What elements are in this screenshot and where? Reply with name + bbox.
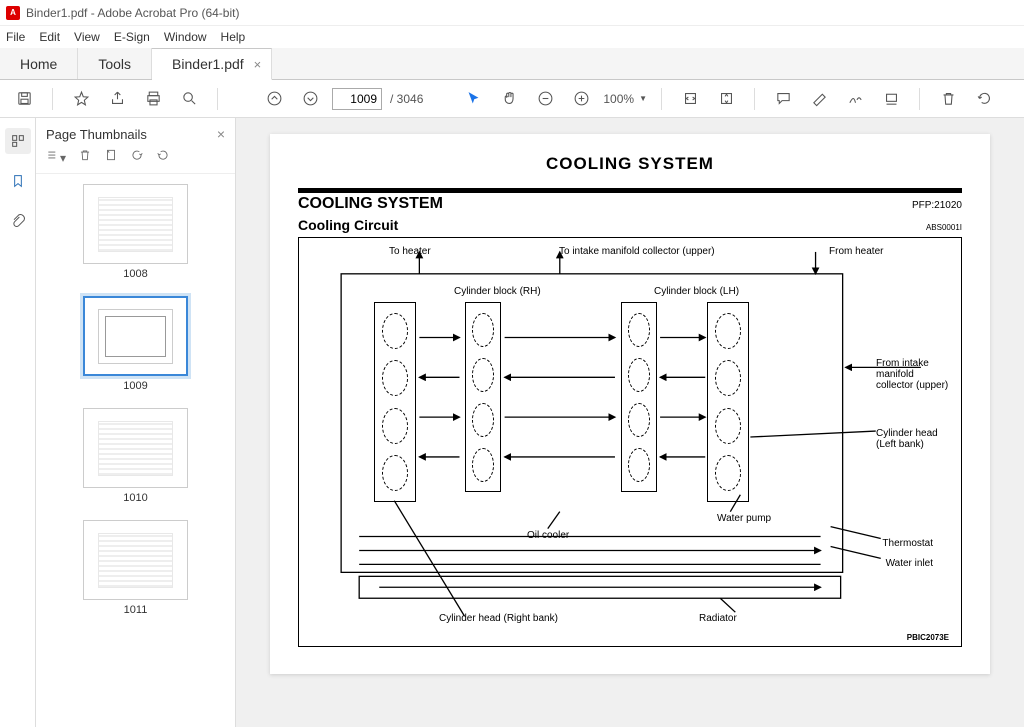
page-up-icon[interactable] [260,85,288,113]
close-panel-icon[interactable]: × [217,126,225,142]
menu-window[interactable]: Window [164,30,207,44]
left-rail [0,118,36,727]
sign-icon[interactable] [841,85,869,113]
menu-help[interactable]: Help [221,30,246,44]
tab-home[interactable]: Home [0,48,78,79]
star-icon[interactable] [67,85,95,113]
hand-tool-icon[interactable] [495,85,523,113]
rail-bookmark-icon[interactable] [5,168,31,194]
thumbnails-list[interactable]: 1008 1009 1010 1011 [36,174,235,727]
fit-width-icon[interactable] [676,85,704,113]
rail-thumbnails-icon[interactable] [5,128,31,154]
thumb-1010[interactable]: 1010 [83,408,188,504]
menu-view[interactable]: View [74,30,100,44]
thumb-options-icon[interactable]: ▾ [46,148,66,165]
thumb-1011[interactable]: 1011 [83,520,188,616]
fit-page-icon[interactable] [712,85,740,113]
app-icon [6,6,20,20]
main-area: Page Thumbnails × ▾ 1008 1009 1010 [0,118,1024,727]
subsection-ref: ABS0001I [926,223,962,232]
share-icon[interactable] [103,85,131,113]
menu-file[interactable]: File [6,30,25,44]
stamp-icon[interactable] [877,85,905,113]
page-down-icon[interactable] [296,85,324,113]
title-rule [298,188,962,193]
menu-edit[interactable]: Edit [39,30,60,44]
section-title: COOLING SYSTEM [298,195,443,213]
separator [217,88,218,110]
separator [754,88,755,110]
tab-document-label: Binder1.pdf [172,56,244,72]
highlight-icon[interactable] [805,85,833,113]
document-viewport[interactable]: COOLING SYSTEM COOLING SYSTEM PFP:21020 … [236,118,1024,727]
thumb-rotate-ccw-icon[interactable] [130,148,144,165]
close-tab-icon[interactable]: × [254,57,262,72]
thumb-1009[interactable]: 1009 [83,296,188,392]
delete-icon[interactable] [934,85,962,113]
thumb-delete-icon[interactable] [78,148,92,165]
page-count: / 3046 [390,92,423,106]
flow-overlay [299,238,961,646]
separator [52,88,53,110]
thumb-1008[interactable]: 1008 [83,184,188,280]
thumb-newpage-icon[interactable] [104,148,118,165]
tab-tools[interactable]: Tools [78,48,152,79]
menu-esign[interactable]: E-Sign [114,30,150,44]
rail-attachments-icon[interactable] [5,208,31,234]
select-tool-icon[interactable] [459,85,487,113]
zoom-display[interactable]: 100%▼ [603,92,647,106]
zoom-out-icon[interactable] [531,85,559,113]
print-icon[interactable] [139,85,167,113]
section-ref: PFP:21020 [912,200,962,211]
thumbnails-title: Page Thumbnails [46,127,147,142]
thumbnails-tools: ▾ [36,148,235,174]
thumbnails-panel: Page Thumbnails × ▾ 1008 1009 1010 [36,118,236,727]
thumb-rotate-cw-icon[interactable] [156,148,170,165]
page-title: COOLING SYSTEM [298,154,962,174]
tabbar: Home Tools Binder1.pdf × [0,48,1024,80]
separator [919,88,920,110]
zoom-in-icon[interactable] [567,85,595,113]
title-text: Binder1.pdf - Adobe Acrobat Pro (64-bit) [26,6,239,20]
save-icon[interactable] [10,85,38,113]
rotate-icon[interactable] [970,85,998,113]
toolbar: / 3046 100%▼ [0,80,1024,118]
search-icon[interactable] [175,85,203,113]
page-number-input[interactable] [332,88,382,110]
thumbnails-header: Page Thumbnails × [36,118,235,148]
pdf-page: COOLING SYSTEM COOLING SYSTEM PFP:21020 … [270,134,990,674]
subsection-title: Cooling Circuit [298,217,398,233]
comment-icon[interactable] [769,85,797,113]
cooling-diagram: To heater To intake manifold collector (… [298,237,962,647]
separator [661,88,662,110]
titlebar: Binder1.pdf - Adobe Acrobat Pro (64-bit) [0,0,1024,26]
menubar: File Edit View E-Sign Window Help [0,26,1024,48]
diagram-code: PBIC2073E [907,633,949,642]
tab-document[interactable]: Binder1.pdf × [152,48,272,80]
